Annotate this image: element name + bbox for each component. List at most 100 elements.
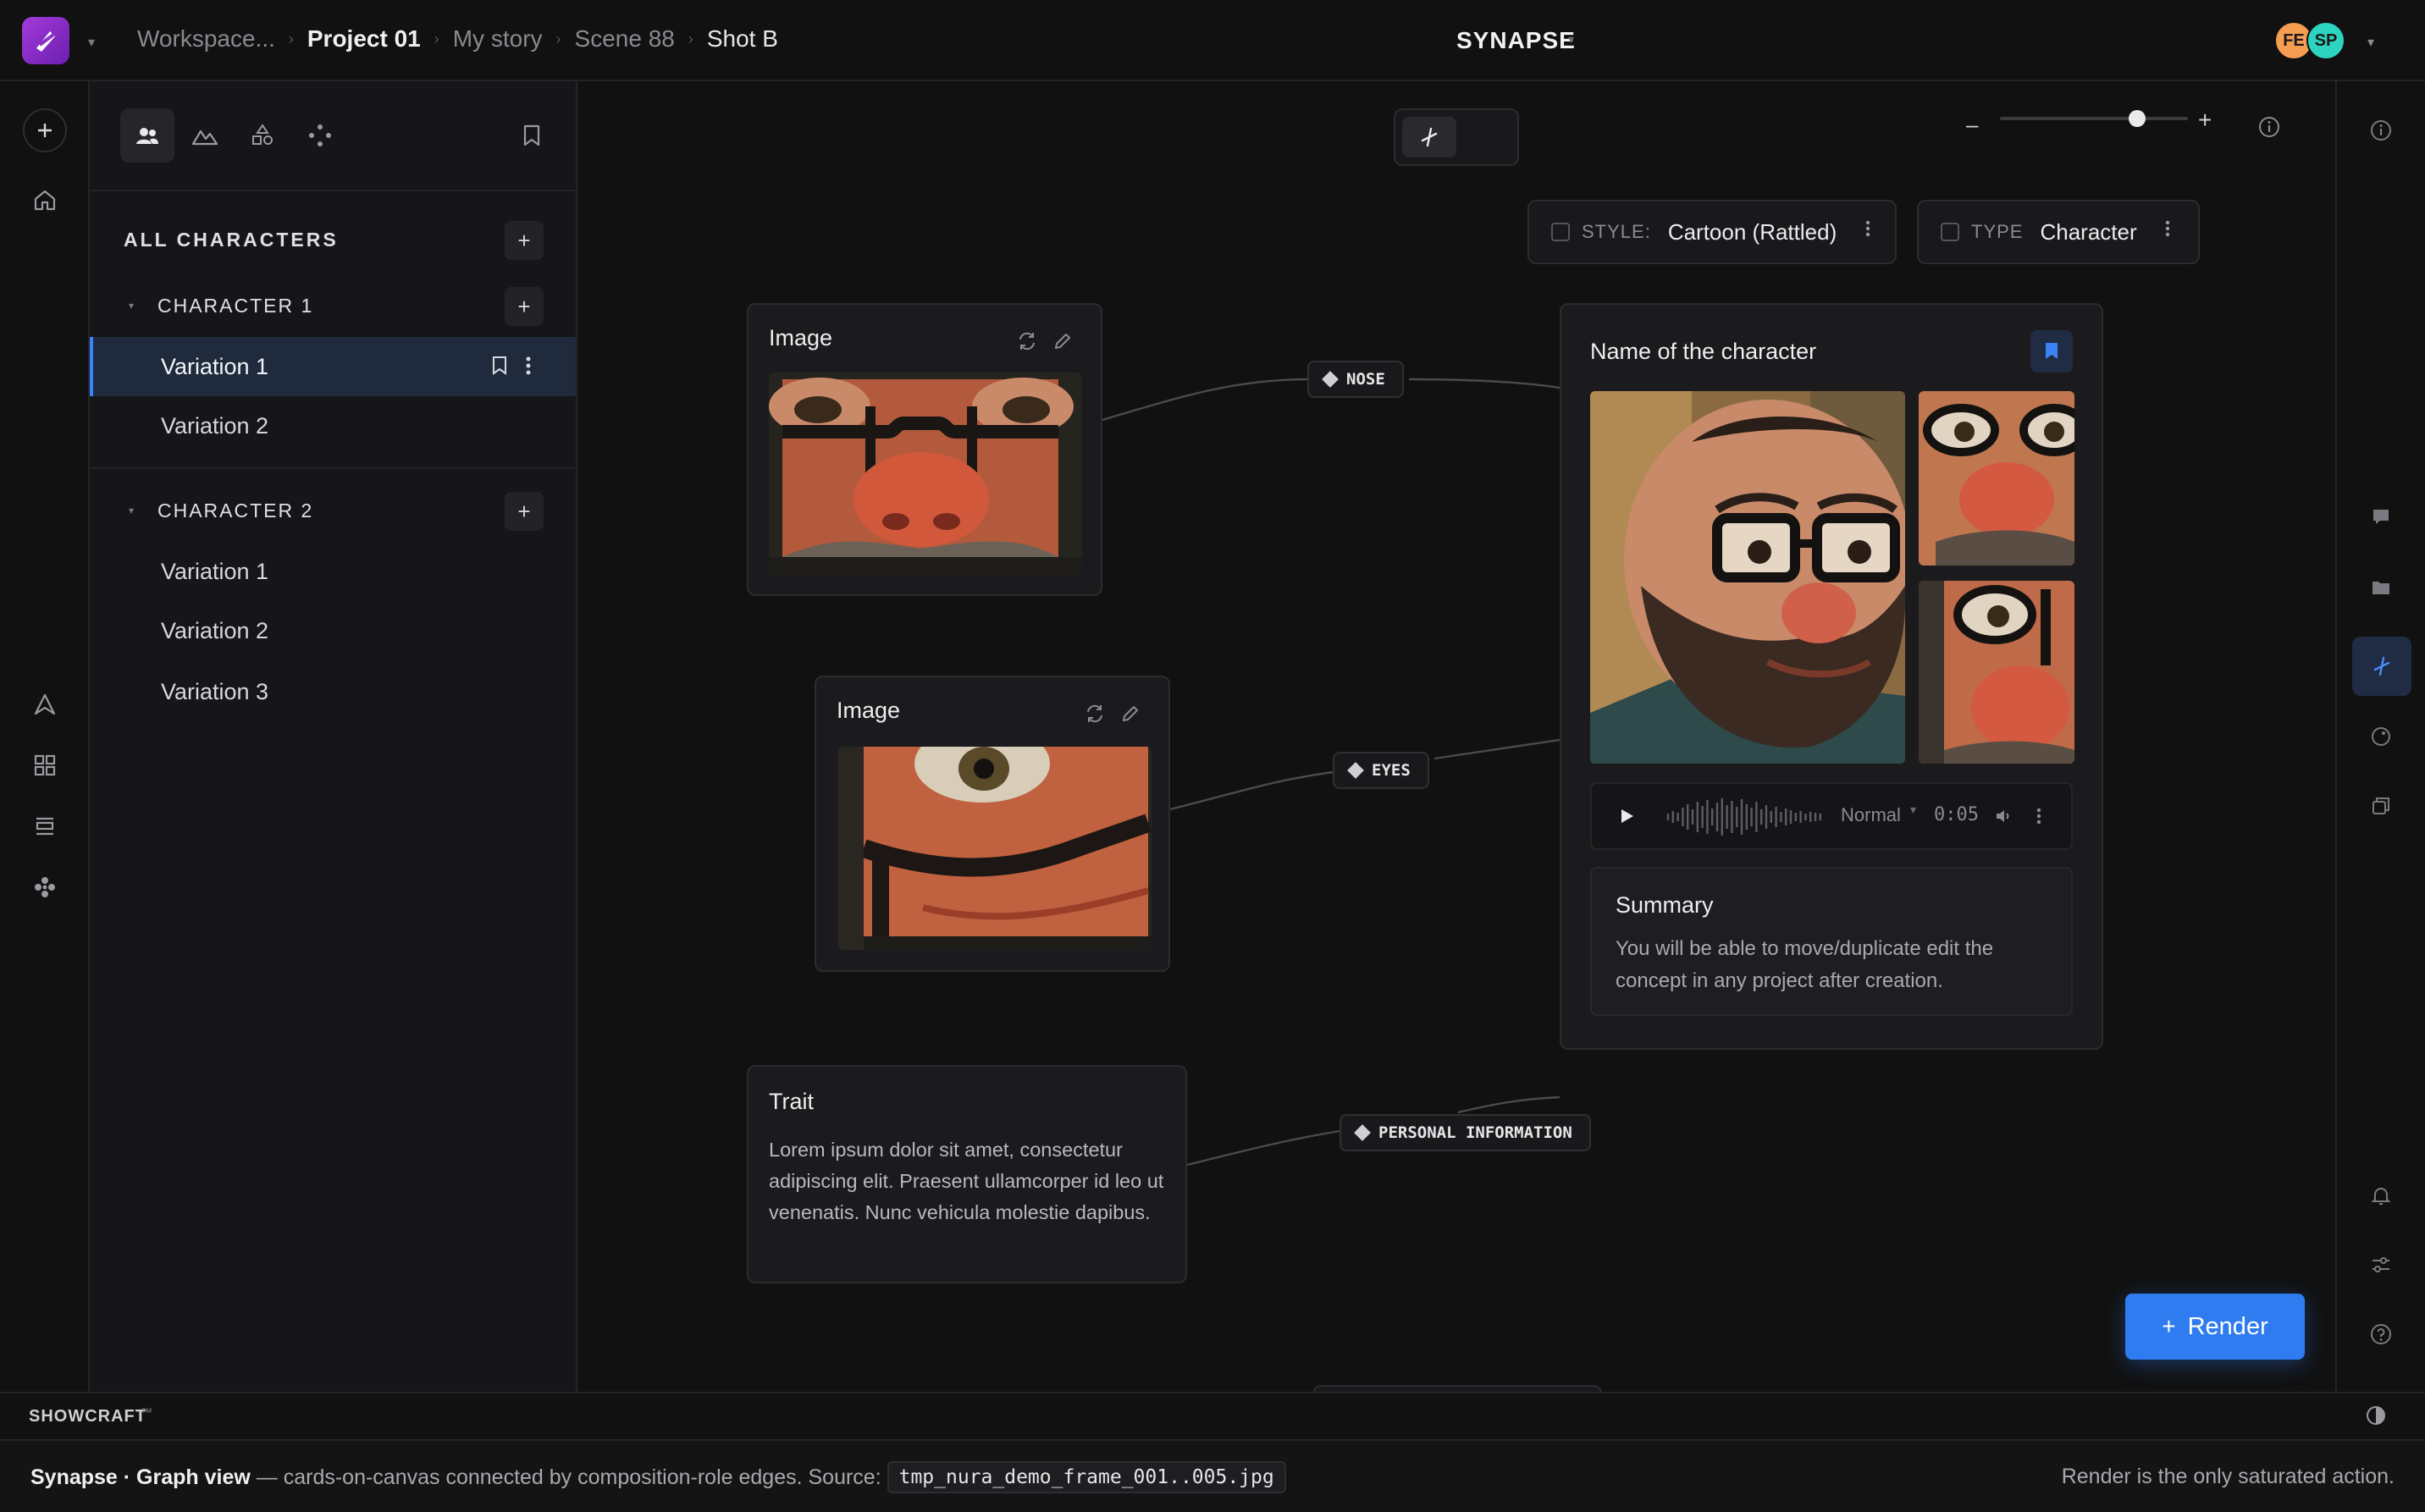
plugins-button[interactable] [23, 865, 67, 909]
add-variation-button[interactable]: + [505, 492, 544, 531]
breadcrumb-project[interactable]: Project 01 [307, 25, 421, 52]
edge-label-nose[interactable]: NOSE [1307, 361, 1404, 398]
edge-label-eyes[interactable]: EYES [1333, 752, 1429, 789]
graph-view-toggle[interactable] [1402, 117, 1456, 157]
graph-canvas[interactable]: – + STYLE: Cartoon (Rattled) TYPE Charac… [577, 81, 2335, 1441]
graph-panel-button[interactable] [2352, 637, 2411, 696]
more-options-button[interactable] [525, 356, 532, 376]
zoom-slider-handle[interactable] [2128, 110, 2146, 127]
list-item[interactable]: Variation 1 [90, 337, 576, 396]
character-thumbnail[interactable] [1919, 391, 2074, 566]
edit-pencil-icon[interactable] [1119, 703, 1141, 725]
render-button[interactable]: + Render [2125, 1294, 2305, 1360]
folder-button[interactable] [2369, 576, 2393, 599]
image-card[interactable]: Image [815, 676, 1170, 972]
grid-button[interactable] [23, 743, 67, 787]
user-menu-caret-icon[interactable]: ▾ [2367, 34, 2374, 51]
play-button[interactable] [1617, 806, 1636, 826]
duplicate-icon [2373, 797, 2389, 814]
style-filter[interactable]: STYLE: Cartoon (Rattled) [1527, 200, 1897, 264]
add-character-button[interactable]: + [505, 221, 544, 260]
style-filter-more-button[interactable] [1864, 218, 1871, 239]
copy-button[interactable] [2369, 794, 2393, 818]
type-filter-more-button[interactable] [2164, 218, 2171, 239]
list-item[interactable]: Variation 2 [90, 601, 576, 660]
character-group-title[interactable]: CHARACTER 2 [157, 499, 313, 522]
home-button[interactable] [23, 178, 67, 222]
character-thumbnail[interactable] [1919, 581, 2074, 764]
caption-bar: Synapse · Graph view — cards-on-canvas c… [0, 1439, 2425, 1512]
brand-trademark: ™ [141, 1405, 152, 1419]
bookmark-button[interactable] [491, 356, 508, 376]
list-item[interactable]: Variation 2 [90, 396, 576, 455]
volume-button[interactable] [1995, 808, 2012, 825]
tab-objects[interactable] [235, 108, 290, 163]
list-item[interactable]: Variation 1 [90, 542, 576, 601]
zoom-out-button[interactable]: – [1966, 112, 1991, 137]
type-filter-checkbox[interactable] [1941, 223, 1959, 241]
zoom-in-button[interactable]: + [2198, 107, 2212, 134]
style-filter-value: Cartoon (Rattled) [1667, 218, 1837, 245]
theme-toggle[interactable] [2364, 1404, 2388, 1427]
character-group-title[interactable]: CHARACTER 1 [157, 295, 313, 317]
kebab-icon [526, 356, 531, 375]
breadcrumb-separator-icon: › [688, 30, 693, 47]
speed-caret-icon[interactable]: ▾ [1910, 803, 1916, 817]
typography-button[interactable] [23, 682, 67, 726]
edge-diamond-icon [1354, 1124, 1371, 1141]
regenerate-icon[interactable] [1084, 703, 1106, 725]
layers-button[interactable] [23, 804, 67, 848]
type-filter[interactable]: TYPE Character [1917, 200, 2200, 264]
bookmark-icon [523, 124, 540, 146]
image-card[interactable]: Image [747, 303, 1102, 596]
comments-button[interactable] [2369, 505, 2393, 528]
brand-bar: SHOWCRAFT ™ [0, 1392, 2425, 1439]
shapes-icon [252, 124, 273, 145]
settings-button[interactable] [2369, 1253, 2393, 1277]
notifications-button[interactable] [2369, 1184, 2393, 1207]
character-portrait-image [1590, 391, 1905, 764]
collapse-caret-icon[interactable]: ▾ [129, 300, 134, 312]
character-name[interactable]: Name of the character [1590, 339, 1816, 365]
collapse-caret-icon[interactable]: ▾ [129, 505, 134, 516]
breadcrumb-workspace[interactable]: Workspace... [137, 25, 275, 52]
avatar[interactable]: SP [2306, 21, 2345, 60]
top-bar: ▾ Workspace... › Project 01 › My story ›… [0, 0, 2425, 81]
breadcrumb-shot[interactable]: Shot B [707, 25, 778, 52]
playback-speed[interactable]: Normal [1841, 804, 1901, 826]
app-menu-caret-icon[interactable]: ▾ [1568, 32, 1574, 47]
variation-label: Variation 2 [161, 617, 269, 643]
character-card[interactable]: Name of the character Normal ▾ 0:05 Summ… [1560, 303, 2103, 1050]
style-filter-checkbox[interactable] [1551, 223, 1570, 241]
breadcrumb-separator-icon: › [555, 30, 561, 47]
mountain-icon [191, 130, 218, 146]
tab-characters[interactable] [120, 108, 174, 163]
bookmark-character-button[interactable] [2030, 330, 2073, 372]
info-button[interactable] [2369, 119, 2393, 142]
breadcrumb-scene[interactable]: Scene 88 [575, 25, 675, 52]
regenerate-icon[interactable] [1016, 330, 1038, 352]
right-rail [2335, 81, 2425, 1392]
palette-button[interactable] [2369, 725, 2393, 748]
tab-graph[interactable] [293, 108, 347, 163]
list-item[interactable]: Variation 3 [90, 662, 576, 721]
workspace-menu-caret-icon[interactable]: ▾ [88, 34, 95, 51]
audio-more-button[interactable] [2036, 806, 2042, 826]
bookmarks-button[interactable] [505, 108, 559, 163]
help-button[interactable] [2369, 1322, 2393, 1346]
waveform[interactable] [1665, 796, 1826, 838]
card-title: Trait [769, 1089, 814, 1114]
tab-locations[interactable] [178, 108, 232, 163]
app-logo[interactable] [22, 17, 69, 64]
add-button[interactable] [23, 108, 67, 152]
character-portrait[interactable] [1590, 391, 1905, 764]
graph-dots-icon [309, 124, 331, 146]
add-variation-button[interactable]: + [505, 287, 544, 326]
edit-pencil-icon[interactable] [1052, 330, 1074, 352]
breadcrumb-story[interactable]: My story [453, 25, 543, 52]
zoom-slider[interactable] [2000, 110, 2188, 127]
edge-label-personal-information[interactable]: PERSONAL INFORMATION [1340, 1114, 1591, 1151]
app-title[interactable]: SYNAPSE [1456, 27, 1576, 54]
canvas-info-button[interactable] [2257, 115, 2281, 139]
trait-card[interactable]: Trait Lorem ipsum dolor sit amet, consec… [747, 1065, 1187, 1283]
